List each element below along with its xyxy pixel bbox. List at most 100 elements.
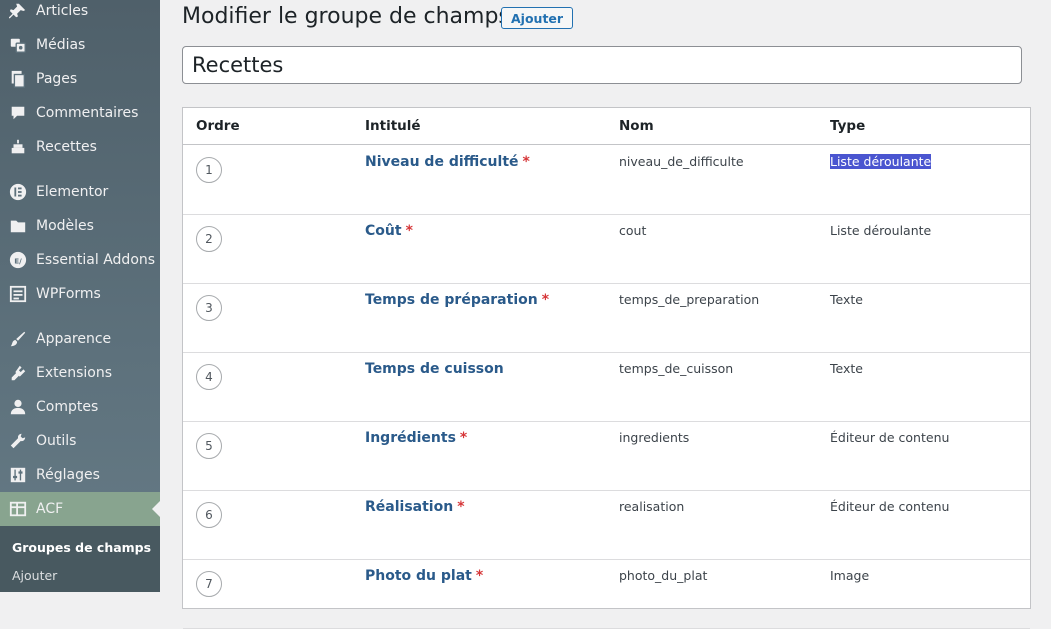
sidebar-item-apparence[interactable]: Apparence	[0, 322, 160, 356]
sidebar-item-modeles[interactable]: Modèles	[0, 209, 160, 243]
field-label: Temps de préparation	[365, 292, 538, 308]
order-badge[interactable]: 7	[196, 571, 222, 597]
settings-icon	[8, 465, 28, 485]
order-badge[interactable]: 1	[196, 157, 222, 183]
table-row[interactable]: 6 Réalisation * realisation Éditeur de co…	[183, 490, 1030, 560]
brush-icon	[8, 329, 28, 349]
table-row[interactable]: 2 Coût * cout Liste déroulante	[183, 214, 1030, 284]
pin-icon	[8, 1, 28, 21]
sidebar-item-label: WPForms	[36, 286, 101, 302]
field-type: Éditeur de contenu	[830, 430, 950, 445]
field-label-link[interactable]: Temps de préparation *	[365, 292, 549, 308]
field-label: Photo du plat	[365, 568, 472, 584]
sidebar-item-label: Recettes	[36, 139, 97, 155]
field-type: Image	[830, 568, 870, 583]
field-type: Liste déroulante	[830, 154, 932, 169]
sidebar-item-reglages[interactable]: Réglages	[0, 458, 160, 492]
field-label-link[interactable]: Réalisation *	[365, 499, 465, 515]
order-badge[interactable]: 5	[196, 433, 222, 459]
sidebar-item-commentaires[interactable]: Commentaires	[0, 96, 160, 130]
column-header-label: Intitulé	[365, 118, 421, 134]
sidebar-item-articles[interactable]: Articles	[0, 0, 160, 28]
column-header-name: Nom	[619, 118, 654, 134]
field-label-link[interactable]: Temps de cuisson	[365, 361, 508, 377]
sidebar-item-pages[interactable]: Pages	[0, 62, 160, 96]
field-type: Liste déroulante	[830, 223, 932, 238]
wpforms-icon	[8, 284, 28, 304]
sidebar-item-label: Réglages	[36, 467, 100, 483]
acf-submenu: Groupes de champs Ajouter	[0, 526, 160, 592]
submenu-groupes-de-champs[interactable]: Groupes de champs	[12, 540, 151, 555]
table-row[interactable]: 1 Niveau de difficulté * niveau_de_diffic…	[183, 145, 1030, 215]
field-label-link[interactable]: Coût *	[365, 223, 413, 239]
field-label-link[interactable]: Photo du plat *	[365, 568, 483, 584]
media-icon	[8, 35, 28, 55]
sidebar-item-comptes[interactable]: Comptes	[0, 390, 160, 424]
add-button[interactable]: Ajouter	[501, 7, 574, 29]
column-header-type: Type	[830, 118, 866, 134]
sidebar-item-medias[interactable]: Médias	[0, 28, 160, 62]
user-icon	[8, 397, 28, 417]
comment-icon	[8, 103, 28, 123]
field-label: Temps de cuisson	[365, 361, 504, 377]
fields-table: Ordre Intitulé Nom Type 1 Niveau de diff…	[182, 107, 1031, 629]
acf-icon	[8, 499, 28, 519]
submenu-ajouter[interactable]: Ajouter	[12, 568, 57, 583]
field-name: cout	[619, 223, 647, 238]
table-row[interactable]: 4 Temps de cuisson temps_de_cuisson Text…	[183, 352, 1030, 422]
field-name: temps_de_preparation	[619, 292, 760, 307]
required-marker: *	[405, 223, 413, 239]
sidebar-item-outils[interactable]: Outils	[0, 424, 160, 458]
sidebar-item-wpforms[interactable]: WPForms	[0, 277, 160, 311]
table-row[interactable]: 7 Photo du plat * photo_du_plat Image	[183, 559, 1030, 629]
order-badge[interactable]: 4	[196, 364, 222, 390]
sidebar-item-essential-addons[interactable]: E/ Essential Addons	[0, 243, 160, 277]
required-marker: *	[457, 499, 465, 515]
folder-icon	[8, 216, 28, 236]
order-badge[interactable]: 3	[196, 295, 222, 321]
field-name: ingredients	[619, 430, 690, 445]
field-label-link[interactable]: Niveau de difficulté *	[365, 154, 530, 170]
sidebar-item-label: Commentaires	[36, 105, 139, 121]
field-label-link[interactable]: Ingrédients *	[365, 430, 467, 446]
field-label: Réalisation	[365, 499, 454, 515]
sidebar-item-recettes[interactable]: Recettes	[0, 130, 160, 164]
admin-sidebar: Articles Médias Pages Commentaires Recet…	[0, 0, 160, 592]
column-header-order: Ordre	[196, 118, 240, 134]
field-label: Coût	[365, 223, 402, 239]
sidebar-item-label: ACF	[36, 501, 64, 517]
essential-addons-icon: E/	[8, 250, 28, 270]
sidebar-item-label: Médias	[36, 37, 86, 53]
required-marker: *	[459, 430, 468, 446]
field-name: niveau_de_difficulte	[619, 154, 744, 169]
field-type: Texte	[830, 292, 863, 307]
table-row[interactable]: 5 Ingrédients * ingredients Éditeur de co…	[183, 421, 1030, 491]
sidebar-item-elementor[interactable]: Elementor	[0, 175, 160, 209]
field-type: Texte	[830, 361, 863, 376]
sidebar-item-label: Pages	[36, 71, 78, 87]
table-row[interactable]: 3 Temps de préparation * temps_de_prepara…	[183, 283, 1030, 353]
pages-icon	[8, 69, 28, 89]
sidebar-item-label: Apparence	[36, 331, 112, 347]
sidebar-item-extensions[interactable]: Extensions	[0, 356, 160, 390]
group-title-input[interactable]	[182, 46, 1022, 84]
field-name: photo_du_plat	[619, 568, 708, 583]
sidebar-item-acf[interactable]: ACF	[0, 492, 160, 526]
plugin-icon	[8, 363, 28, 383]
svg-text:E/: E/	[14, 257, 22, 266]
field-type: Éditeur de contenu	[830, 499, 950, 514]
sidebar-item-label: Comptes	[36, 399, 99, 415]
field-name: realisation	[619, 499, 685, 514]
order-badge[interactable]: 6	[196, 502, 222, 528]
field-label: Niveau de difficulté	[365, 154, 519, 170]
wrench-icon	[8, 431, 28, 451]
sidebar-item-label: Extensions	[36, 365, 113, 381]
page-title: Modifier le groupe de champs	[182, 4, 510, 29]
cake-icon	[8, 137, 28, 157]
sidebar-item-label: Outils	[36, 433, 77, 449]
sidebar-item-label: Essential Addons	[36, 252, 156, 268]
required-marker: *	[541, 292, 550, 308]
sidebar-item-label: Modèles	[36, 218, 94, 234]
order-badge[interactable]: 2	[196, 226, 222, 252]
field-label: Ingrédients	[365, 430, 456, 446]
